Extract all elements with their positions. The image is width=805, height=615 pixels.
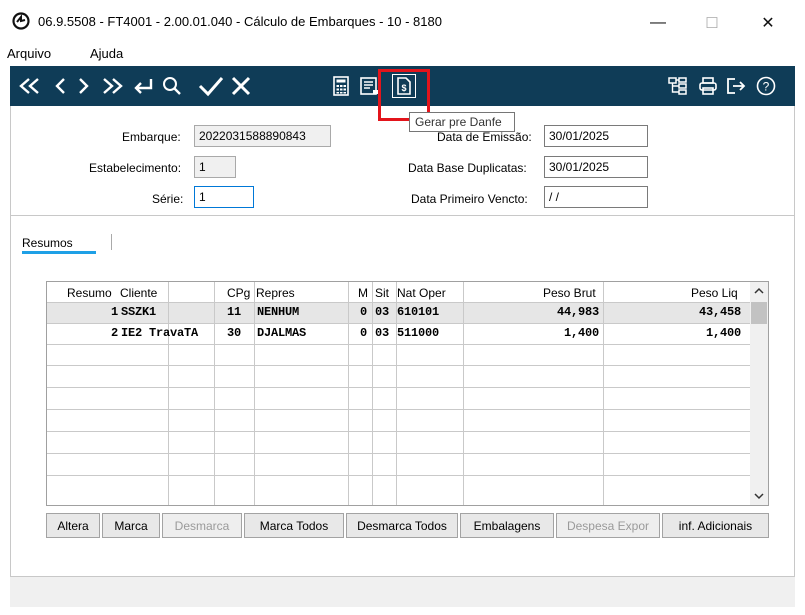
prev-icon[interactable] xyxy=(50,73,70,99)
cell-peso-liq[interactable]: 1,400 xyxy=(659,326,741,340)
header-repres[interactable]: Repres xyxy=(256,286,295,300)
cell-peso-liq[interactable]: 43,458 xyxy=(659,305,741,319)
altera-button[interactable]: Altera xyxy=(46,513,100,538)
cell-m[interactable]: 0 xyxy=(360,305,367,319)
cell-cliente[interactable]: SSZK1 xyxy=(121,305,156,319)
tab-active-indicator xyxy=(22,251,96,254)
menu-ajuda[interactable]: Ajuda xyxy=(90,46,123,61)
header-sit[interactable]: Sit xyxy=(375,286,389,300)
row-divider xyxy=(47,387,750,388)
estabelecimento-field[interactable]: 1 xyxy=(194,156,236,178)
scroll-down-icon[interactable] xyxy=(750,487,768,505)
tooltip: Gerar pre Danfe xyxy=(409,112,515,132)
col-divider xyxy=(372,282,373,505)
data-emissao-field[interactable]: 30/01/2025 xyxy=(544,125,648,147)
header-m[interactable]: M xyxy=(358,286,368,300)
cell-nat-oper[interactable]: 511000 xyxy=(397,326,439,340)
header-cliente[interactable]: Cliente xyxy=(120,286,157,300)
cell-repres[interactable]: NENHUM xyxy=(257,305,299,319)
row-divider xyxy=(47,431,750,432)
cell-repres[interactable]: DJALMAS xyxy=(257,326,306,340)
tab-resumos[interactable]: Resumos xyxy=(22,236,73,250)
app-icon xyxy=(12,12,30,30)
return-icon[interactable] xyxy=(130,73,156,99)
col-divider xyxy=(463,282,464,505)
row-divider xyxy=(47,453,750,454)
first-icon[interactable] xyxy=(16,73,44,99)
cell-peso-brut[interactable]: 44,983 xyxy=(517,305,599,319)
embalagens-button[interactable]: Embalagens xyxy=(460,513,554,538)
cell-cpg[interactable]: 30 xyxy=(227,326,241,340)
tab-separator xyxy=(111,234,112,250)
confirm-icon[interactable] xyxy=(196,73,226,99)
col-divider xyxy=(603,282,604,505)
divider xyxy=(10,215,795,216)
status-bar xyxy=(10,576,795,607)
serie-label: Série: xyxy=(152,192,184,206)
cell-sit[interactable]: 03 xyxy=(375,305,389,319)
marca-button[interactable]: Marca xyxy=(102,513,160,538)
header-nat-oper[interactable]: Nat Oper xyxy=(397,286,446,300)
row-divider xyxy=(47,323,750,324)
data-vencto-label: Data Primeiro Vencto: xyxy=(411,192,528,206)
col-divider xyxy=(214,282,215,505)
desmarca-todos-button[interactable]: Desmarca Todos xyxy=(346,513,458,538)
calculator-icon[interactable] xyxy=(330,73,352,99)
desmarca-button[interactable]: Desmarca xyxy=(162,513,242,538)
col-divider xyxy=(348,282,349,505)
cell-resumo[interactable]: 1 xyxy=(102,305,118,319)
last-icon[interactable] xyxy=(98,73,126,99)
cell-cliente[interactable]: IE2 TravaTA xyxy=(121,326,198,340)
cell-resumo[interactable]: 2 xyxy=(102,326,118,340)
cell-peso-brut[interactable]: 1,400 xyxy=(517,326,599,340)
help-icon[interactable]: ? xyxy=(754,73,778,99)
data-base-label: Data Base Duplicatas: xyxy=(408,161,527,175)
serie-field[interactable]: 1 xyxy=(194,186,254,208)
window-title: 06.9.5508 - FT4001 - 2.00.01.040 - Cálcu… xyxy=(38,14,442,29)
header-peso-liq[interactable]: Peso Liq xyxy=(691,286,738,300)
cell-sit[interactable]: 03 xyxy=(375,326,389,340)
embarque-field[interactable]: 2022031588890843 xyxy=(194,125,331,147)
row-divider xyxy=(47,302,750,303)
despesa-expor-button[interactable]: Despesa Expor xyxy=(556,513,660,538)
cell-nat-oper[interactable]: 610101 xyxy=(397,305,439,319)
header-resumo[interactable]: Resumo xyxy=(67,286,112,300)
exit-icon[interactable] xyxy=(724,73,748,99)
scroll-thumb[interactable] xyxy=(751,302,767,324)
inf-adicionais-button[interactable]: inf. Adicionais xyxy=(662,513,769,538)
col-divider xyxy=(254,282,255,505)
embarque-label: Embarque: xyxy=(122,130,181,144)
next-icon[interactable] xyxy=(74,73,94,99)
row-divider xyxy=(47,475,750,476)
print-icon[interactable] xyxy=(696,73,720,99)
search-icon[interactable] xyxy=(160,73,184,99)
tree-icon[interactable] xyxy=(666,73,690,99)
header-cpg[interactable]: CPg xyxy=(227,286,250,300)
col-divider xyxy=(168,282,169,505)
data-base-field[interactable]: 30/01/2025 xyxy=(544,156,648,178)
grid-scrollbar[interactable] xyxy=(750,282,768,505)
row-divider xyxy=(47,365,750,366)
header-peso-brut[interactable]: Peso Brut xyxy=(543,286,596,300)
marca-todos-button[interactable]: Marca Todos xyxy=(244,513,344,538)
row-divider xyxy=(47,344,750,345)
cell-m[interactable]: 0 xyxy=(360,326,367,340)
maximize-button[interactable]: ☐ xyxy=(689,8,735,38)
minimize-button[interactable]: — xyxy=(635,8,681,38)
data-vencto-field[interactable]: / / xyxy=(544,186,648,208)
row-divider xyxy=(47,409,750,410)
svg-text:?: ? xyxy=(763,80,770,94)
scroll-up-icon[interactable] xyxy=(750,282,768,300)
data-emissao-label: Data de Emissão: xyxy=(437,130,532,144)
resumos-grid[interactable]: Resumo Cliente CPg Repres M Sit Nat Oper… xyxy=(46,281,769,506)
close-button[interactable]: ✕ xyxy=(745,8,791,38)
menu-arquivo[interactable]: Arquivo xyxy=(7,46,51,61)
cell-cpg[interactable]: 11 xyxy=(227,305,241,319)
estabelecimento-label: Estabelecimento: xyxy=(89,161,182,175)
cancel-icon[interactable] xyxy=(228,73,254,99)
